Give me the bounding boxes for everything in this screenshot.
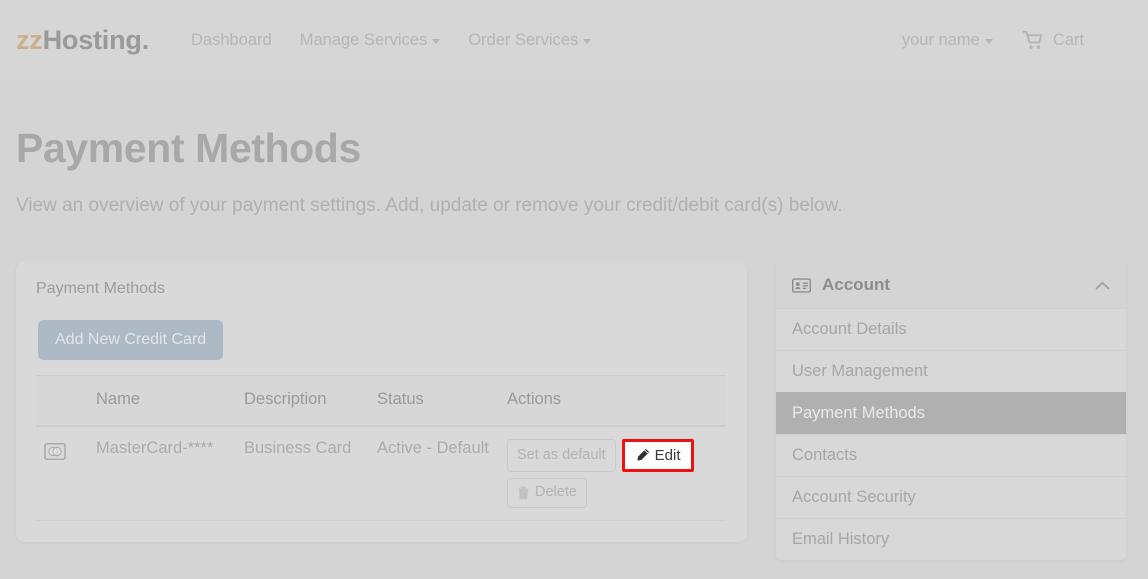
nav-item-manage-services-label: Manage Services	[299, 30, 428, 49]
column-header-actions: Actions	[499, 375, 726, 427]
top-navbar: zzHosting. Dashboard Manage Services Ord…	[0, 0, 1148, 80]
trash-icon	[518, 486, 529, 500]
edit-button-highlight: Edit	[621, 439, 694, 472]
add-new-credit-card-button[interactable]: Add New Credit Card	[38, 320, 224, 360]
brand-prefix: zz	[16, 24, 43, 55]
nav-item-order-services-label: Order Services	[468, 30, 579, 49]
pencil-icon	[637, 448, 649, 461]
account-sidebar: Account Account Details User Management …	[776, 262, 1126, 560]
page-heading-block: Payment Methods View an overview of your…	[16, 128, 843, 217]
edit-button[interactable]: Edit	[628, 444, 687, 467]
cart-button[interactable]: Cart	[1022, 30, 1084, 50]
brand-rest: Hosting.	[42, 24, 150, 55]
table-row: MasterCard-**** Business Card Active - D…	[36, 426, 726, 521]
sidebar-header-label: Account	[822, 275, 890, 294]
column-header-name: Name	[88, 375, 236, 427]
nav-item-dashboard[interactable]: Dashboard	[191, 31, 272, 50]
nav-item-order-services[interactable]: Order Services	[468, 30, 592, 50]
chevron-up-icon[interactable]	[1095, 281, 1110, 290]
delete-button-label: Delete	[535, 484, 577, 500]
row-description: Business Card	[236, 426, 369, 521]
chevron-down-icon	[432, 39, 441, 44]
payment-methods-table: Name Description Status Actions MasterCa…	[36, 375, 726, 521]
row-actions-cell: Set as default Edit Delete	[499, 426, 726, 521]
table-header: Name Description Status Actions	[36, 375, 726, 427]
cart-label: Cart	[1052, 30, 1084, 49]
delete-button[interactable]: Delete	[507, 478, 587, 508]
chevron-down-icon	[583, 39, 592, 44]
sidebar-header-account[interactable]: Account	[776, 262, 1126, 308]
user-menu[interactable]: your name	[902, 31, 993, 50]
row-actions: Set as default Edit Delete	[507, 439, 699, 508]
panel-title: Payment Methods	[36, 280, 165, 297]
chevron-down-icon	[984, 39, 993, 44]
credit-card-icon	[44, 443, 66, 460]
id-card-icon	[792, 277, 811, 293]
sidebar-item-email-history[interactable]: Email History	[776, 518, 1126, 560]
page-root: zzHosting. Dashboard Manage Services Ord…	[0, 0, 1148, 579]
table-body: MasterCard-**** Business Card Active - D…	[36, 426, 726, 521]
sidebar-item-contacts[interactable]: Contacts	[776, 434, 1126, 476]
shopping-cart-icon	[1022, 30, 1043, 49]
page-title: Payment Methods	[16, 125, 361, 171]
column-header-status: Status	[369, 375, 499, 427]
nav-links: Dashboard Manage Services Order Services	[191, 30, 592, 50]
row-status: Active - Default	[369, 426, 499, 521]
user-menu-label: your name	[901, 30, 980, 49]
payment-methods-panel: Payment Methods Add New Credit Card Name…	[16, 262, 747, 542]
sidebar-item-payment-methods[interactable]: Payment Methods	[776, 392, 1126, 434]
nav-item-dashboard-label: Dashboard	[191, 30, 272, 49]
nav-item-manage-services[interactable]: Manage Services	[299, 30, 441, 50]
column-header-description: Description	[236, 375, 369, 427]
sidebar-item-user-management[interactable]: User Management	[776, 350, 1126, 392]
set-as-default-button[interactable]: Set as default	[507, 439, 616, 472]
column-header-icon	[36, 375, 88, 427]
brand-logo[interactable]: zzHosting.	[16, 25, 149, 56]
sidebar-item-account-details[interactable]: Account Details	[776, 308, 1126, 350]
row-card-icon-cell	[36, 426, 88, 521]
sidebar-item-account-security[interactable]: Account Security	[776, 476, 1126, 518]
row-name: MasterCard-****	[88, 426, 236, 521]
table-header-row: Name Description Status Actions	[36, 375, 726, 427]
nav-right-group: your name Cart	[902, 30, 1132, 50]
page-subtitle: View an overview of your payment setting…	[16, 195, 843, 216]
edit-button-label: Edit	[654, 447, 681, 464]
